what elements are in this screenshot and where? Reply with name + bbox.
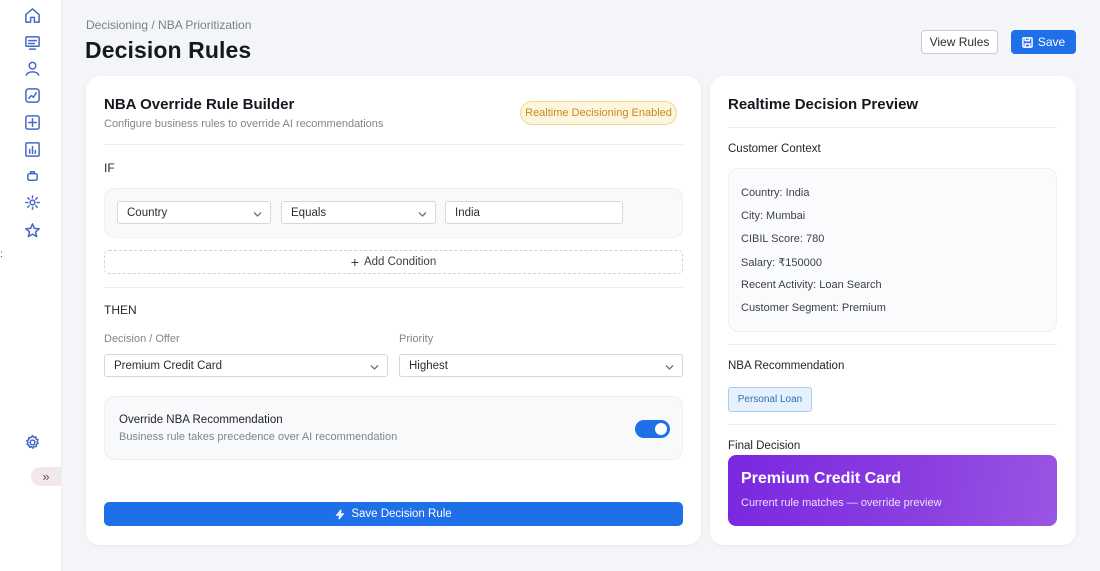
page-title: Decision Rules [85, 37, 252, 63]
condition-operator-select[interactable]: Equals [281, 201, 436, 224]
divider [728, 424, 1057, 425]
divider [104, 287, 683, 288]
save-button-label: Save [1037, 35, 1066, 49]
rule-builder-card: NBA Override Rule Builder Configure busi… [86, 76, 701, 545]
add-condition-button[interactable]: + Add Condition [104, 250, 683, 274]
priority-select[interactable]: Highest [399, 354, 683, 377]
override-toggle[interactable] [635, 420, 670, 438]
chevron-down-icon [418, 209, 427, 217]
nba-recommendation-badge: Personal Loan [728, 387, 812, 412]
nba-recommendation-label: NBA Recommendation [728, 360, 845, 372]
user-icon[interactable] [23, 59, 41, 77]
condition-value-input[interactable]: India [445, 201, 623, 224]
save-icon [1021, 36, 1033, 48]
final-decision-title: Premium Credit Card [741, 470, 902, 487]
final-decision-label: Final Decision [728, 440, 801, 452]
rule-builder-subtitle: Configure business rules to override AI … [104, 118, 384, 130]
toggle-knob [655, 423, 667, 435]
override-subtitle: Business rule takes precedence over AI r… [119, 431, 398, 443]
priority-value: Highest [409, 359, 448, 372]
plus-icon: + [350, 254, 359, 270]
settings-icon[interactable] [23, 433, 41, 451]
bag-icon[interactable] [23, 166, 41, 184]
final-decision-card: Premium Credit Card Current rule matches… [728, 455, 1057, 526]
condition-field-value: Country [127, 206, 168, 219]
gear-alt-icon[interactable] [23, 193, 41, 211]
bar-chart-icon[interactable] [23, 140, 41, 158]
analytics-icon[interactable] [23, 86, 41, 104]
customer-context-box: Country: India City: Mumbai CIBIL Score:… [728, 168, 1057, 332]
condition-field-select[interactable]: Country [117, 201, 271, 224]
home-icon[interactable] [23, 6, 41, 24]
list-icon[interactable] [23, 33, 41, 51]
override-title: Override NBA Recommendation [119, 414, 283, 426]
chevron-down-icon [665, 362, 674, 370]
lightning-icon [335, 509, 345, 520]
context-item: CIBIL Score: 780 [741, 233, 825, 245]
expand-sidebar-button[interactable]: » [31, 467, 61, 486]
view-rules-button[interactable]: View Rules [921, 30, 998, 54]
divider [104, 144, 683, 145]
if-label: IF [104, 161, 115, 175]
save-decision-rule-button[interactable]: Save Decision Rule [104, 502, 683, 526]
chevron-down-icon [370, 362, 379, 370]
decision-preview-card: Realtime Decision Preview Customer Conte… [710, 76, 1076, 545]
divider [728, 127, 1057, 128]
decision-select[interactable]: Premium Credit Card [104, 354, 388, 377]
context-item: City: Mumbai [741, 210, 806, 222]
context-item: Customer Segment: Premium [741, 302, 886, 314]
chevron-down-icon [253, 209, 262, 217]
customer-context-label: Customer Context [728, 143, 821, 155]
override-setting: Override NBA Recommendation Business rul… [104, 396, 683, 460]
preview-title: Realtime Decision Preview [728, 96, 919, 113]
then-label: THEN [104, 303, 137, 317]
divider [728, 344, 1057, 345]
sidebar: : » [0, 0, 62, 571]
realtime-badge: Realtime Decisioning Enabled [520, 101, 677, 125]
condition-operator-value: Equals [291, 206, 327, 219]
priority-label: Priority [399, 333, 434, 345]
context-item: Country: India [741, 187, 810, 199]
sidebar-dots: : [0, 249, 3, 260]
grid-icon[interactable] [23, 113, 41, 131]
save-decision-rule-label: Save Decision Rule [351, 508, 452, 520]
save-button[interactable]: Save [1011, 30, 1076, 54]
rule-builder-title: NBA Override Rule Builder [104, 96, 295, 113]
decision-value: Premium Credit Card [114, 359, 222, 372]
final-decision-subtitle: Current rule matches — override preview [741, 497, 942, 509]
context-item: Salary: ₹150000 [741, 257, 822, 269]
condition-row: Country Equals India [104, 188, 683, 238]
context-item: Recent Activity: Loan Search [741, 279, 882, 291]
decision-label: Decision / Offer [104, 333, 180, 345]
star-icon[interactable] [23, 221, 41, 239]
add-condition-label: Add Condition [363, 256, 437, 268]
breadcrumb: Decisioning / NBA Prioritization [86, 18, 252, 32]
